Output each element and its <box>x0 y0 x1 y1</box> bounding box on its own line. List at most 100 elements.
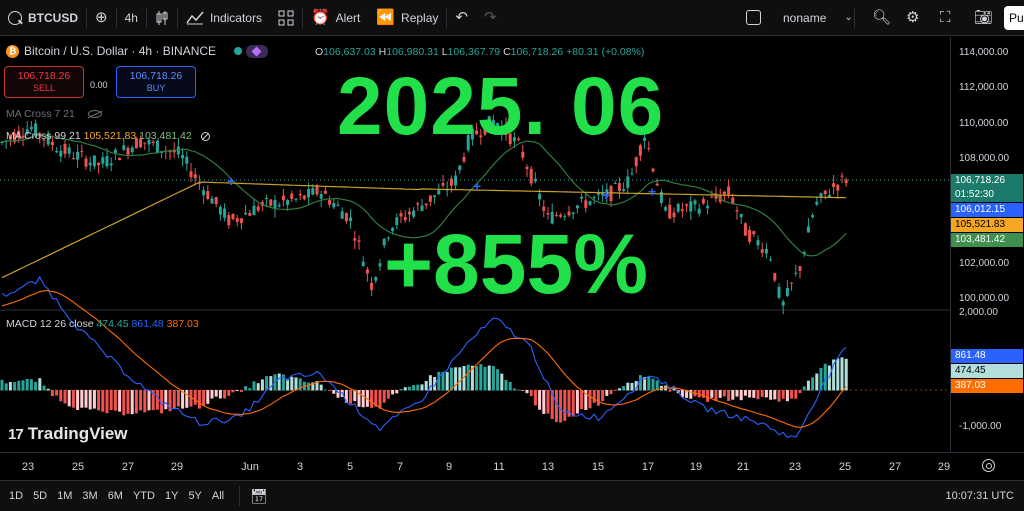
range-button-ytd[interactable]: YTD <box>128 490 160 502</box>
candle-body <box>365 269 369 274</box>
macd-histogram-bar <box>105 390 109 414</box>
chart-settings-icon[interactable] <box>982 459 995 472</box>
clock[interactable]: 10:07:31 UTC <box>946 490 1014 502</box>
candle-body <box>634 157 638 167</box>
bottom-toolbar: 1D 5D 1M 3M 6M YTD 1Y 5Y All 📅︎ 10:07:31 UTC <box>0 480 1024 511</box>
macd-histogram-bar <box>227 390 231 396</box>
date-range-icon[interactable]: 📅︎ <box>250 488 268 505</box>
redo-button[interactable]: ↷ <box>476 0 505 36</box>
hidden-eye-icon[interactable] <box>87 110 102 119</box>
macd-histogram-bar <box>575 390 579 414</box>
candle-body <box>554 215 558 217</box>
candle-body <box>92 155 96 167</box>
spread-value: 0.00 <box>90 80 108 90</box>
candle-body <box>176 146 180 155</box>
alert-button[interactable]: ⏰ Alert <box>303 0 368 36</box>
layout-checkbox[interactable] <box>746 10 761 25</box>
time-axis[interactable]: 23 25 27 29 Jun 3 5 7 9 11 13 15 17 19 21 23 25 27 29 <box>0 452 1024 480</box>
macd-histogram-bar <box>525 390 529 394</box>
range-button-5d[interactable]: 5D <box>28 490 52 502</box>
range-button-5y[interactable]: 5Y <box>183 490 206 502</box>
ma-cross-99-21-legend[interactable]: MA Cross 99 21 105,521.83 103,481.42 <box>6 130 210 142</box>
candle-body <box>706 205 710 209</box>
compare-button[interactable]: ⊕ <box>87 0 116 36</box>
candle-body <box>689 201 693 212</box>
macd-histogram-bar <box>638 375 642 391</box>
candle-body <box>378 263 382 267</box>
symbol-search[interactable]: BTCUSD <box>0 0 86 36</box>
range-button-all[interactable]: All <box>207 490 229 502</box>
fullscreen-button[interactable]: ⛶ <box>932 0 959 36</box>
templates-button[interactable] <box>270 0 302 36</box>
snapshot-button[interactable]: 📷︎ <box>966 0 1001 36</box>
candle-body <box>462 156 466 162</box>
range-button-1m[interactable]: 1M <box>52 490 77 502</box>
time-tick: 21 <box>736 461 750 473</box>
macd-histogram-bar <box>815 373 819 391</box>
macd-histogram-bar <box>626 382 630 391</box>
open-label: O <box>315 46 324 58</box>
candle-body <box>823 190 827 195</box>
macd-legend[interactable]: MACD 12 26 close 474.45 861.48 387.03 <box>6 318 199 330</box>
candle-body <box>630 173 634 175</box>
candle-body <box>407 211 411 215</box>
undo-button[interactable]: ↶ <box>447 0 476 36</box>
candle-body <box>836 184 840 191</box>
replay-button[interactable]: ⏪ Replay <box>368 0 446 36</box>
broker-icon[interactable] <box>246 44 269 58</box>
interval-button[interactable]: 4h <box>117 0 146 36</box>
layout-name: noname <box>783 10 827 25</box>
macd-histogram-bar <box>164 390 168 410</box>
macd-histogram-bar <box>475 366 479 391</box>
range-button-1d[interactable]: 1D <box>4 490 28 502</box>
indicators-label: Indicators <box>209 10 262 25</box>
macd-histogram-bar <box>722 390 726 397</box>
quick-search-button[interactable]: 🔍︎ <box>864 0 899 36</box>
price-scale[interactable]: 114,000.00 112,000.00 110,000.00 108,000… <box>950 37 1024 452</box>
macd-histogram-bar <box>739 390 743 401</box>
indicators-button[interactable]: Indicators <box>178 0 270 36</box>
range-button-3m[interactable]: 3M <box>77 490 102 502</box>
hide-icon[interactable] <box>200 131 210 141</box>
macd-histogram-bar <box>290 376 294 391</box>
symbol-label: BTCUSD <box>28 10 78 25</box>
macd-histogram-bar <box>134 390 138 414</box>
candle-body <box>827 195 831 197</box>
macd-histogram-bar <box>609 390 613 395</box>
buy-button[interactable]: 106,718.26 BUY <box>116 66 196 98</box>
macd-histogram-bar <box>500 373 504 391</box>
candle-body <box>449 178 453 186</box>
publish-button[interactable]: Pu <box>1004 6 1024 30</box>
candle-body <box>840 175 844 177</box>
search-icon <box>8 10 22 25</box>
macd-histogram-bar <box>248 388 252 391</box>
macd-histogram-bar <box>811 377 815 391</box>
macd-histogram-bar <box>496 369 500 391</box>
macd-histogram-bar <box>613 390 617 391</box>
macd-histogram-bar <box>378 390 382 409</box>
range-button-1y[interactable]: 1Y <box>160 490 183 502</box>
sell-button[interactable]: 106,718.26 SELL <box>4 66 84 98</box>
candle-body <box>735 210 739 212</box>
range-button-6m[interactable]: 6M <box>103 490 128 502</box>
macd-histogram-bar <box>546 390 550 414</box>
ma2-value-1: 105,521.83 <box>83 130 137 142</box>
macd-histogram-bar <box>206 390 210 404</box>
ma-cross-7-21-legend[interactable]: MA Cross 7 21 <box>6 108 102 120</box>
candle-body <box>760 249 764 253</box>
settings-button[interactable]: ⚙ <box>898 0 927 36</box>
candle-body <box>441 183 445 186</box>
candle-body <box>218 207 222 215</box>
price-tick: 100,000.00 <box>959 293 1010 304</box>
candle-body <box>290 193 294 199</box>
candle-body <box>88 162 92 166</box>
chart-type-button[interactable] <box>147 0 177 36</box>
price-tick: 110,000.00 <box>959 118 1009 129</box>
cross-marker: + <box>648 183 656 199</box>
candle-body <box>697 208 701 214</box>
layout-selector[interactable]: noname ⌄ <box>738 0 861 36</box>
candle-body <box>80 151 84 153</box>
macd-signal-tag: 387.03 <box>951 379 1023 393</box>
macd-histogram-bar <box>449 367 453 391</box>
macd-histogram-bar <box>244 386 248 391</box>
